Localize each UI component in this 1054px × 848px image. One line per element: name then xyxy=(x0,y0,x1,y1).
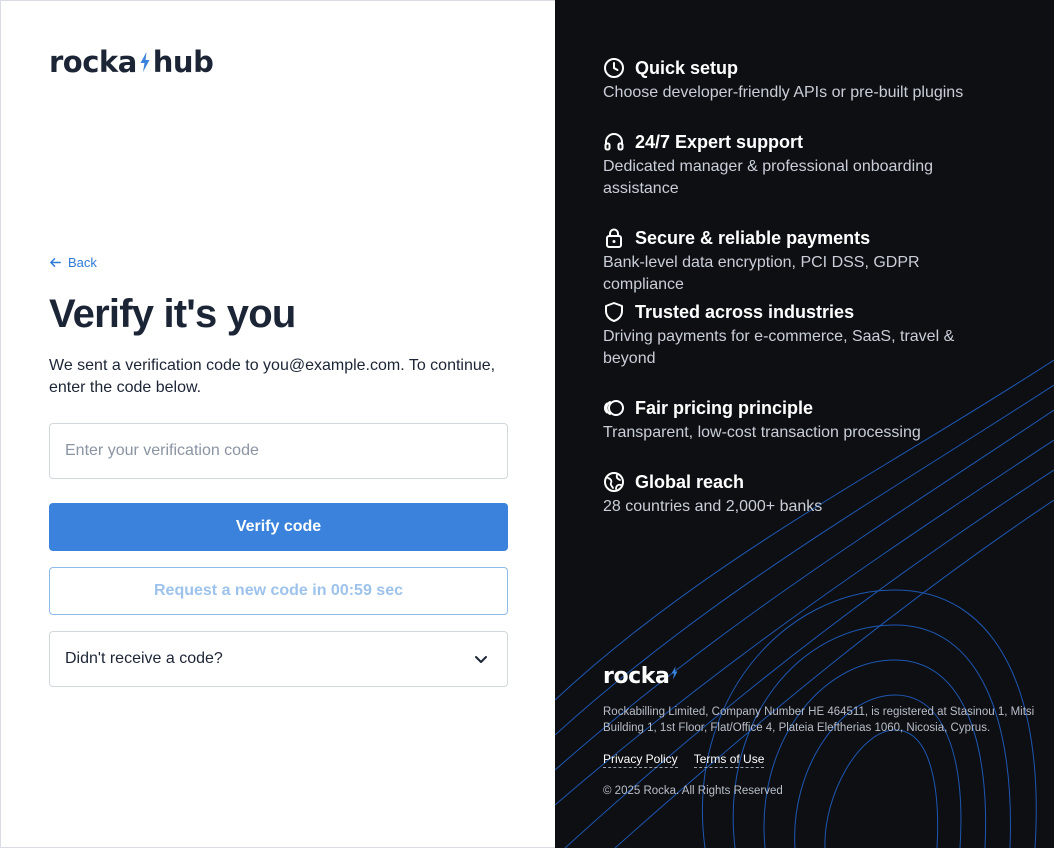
feature-text: Dedicated manager & professional onboard… xyxy=(603,158,933,197)
company-legal-text: Rockabilling Limited, Company Number HE … xyxy=(603,706,1035,734)
verify-code-button[interactable]: Verify code xyxy=(49,503,508,551)
footer-logo-text: rocka xyxy=(603,664,670,689)
feature-text: Transparent, low-cost transaction proces… xyxy=(603,424,921,441)
didnt-receive-code-accordion[interactable]: Didn't receive a code? xyxy=(49,631,508,687)
rockahub-logo: rocka hub xyxy=(49,45,214,79)
feature-text: 28 countries and 2,000+ banks xyxy=(603,498,823,515)
accordion-label: Didn't receive a code? xyxy=(65,650,223,667)
feature-title: Fair pricing principle xyxy=(635,398,814,418)
bolt-icon xyxy=(671,666,678,680)
feature-title: Trusted across industries xyxy=(635,302,855,322)
bolt-icon xyxy=(140,52,150,72)
feature-fair-pricing: Fair pricing principle Transparent, low-… xyxy=(603,396,1023,444)
feature-title: 24/7 Expert support xyxy=(635,132,804,152)
page-title: Verify it's you xyxy=(49,292,296,336)
feature-secure-payments: Secure & reliable payments Bank-level da… xyxy=(603,226,1023,296)
privacy-policy-link[interactable]: Privacy Policy xyxy=(603,752,678,768)
logo-text-right: hub xyxy=(152,45,214,79)
terms-of-use-link[interactable]: Terms of Use xyxy=(693,752,765,768)
copyright: © 2025 Rocka. All Rights Reserved xyxy=(603,785,783,797)
back-link[interactable]: Back xyxy=(49,255,97,270)
feature-expert-support: 24/7 Expert support Dedicated manager & … xyxy=(603,130,1023,200)
request-new-code-button[interactable]: Request a new code in 00:59 sec xyxy=(49,567,508,615)
headset-icon xyxy=(604,133,624,151)
chevron-down-icon xyxy=(475,656,487,663)
feature-quick-setup: Quick setup Choose developer-friendly AP… xyxy=(603,56,1023,104)
verification-code-input[interactable] xyxy=(49,423,508,479)
feature-title: Secure & reliable payments xyxy=(635,228,871,248)
feature-text: Choose developer-friendly APIs or pre-bu… xyxy=(603,84,964,101)
back-label: Back xyxy=(68,255,97,270)
clock-icon xyxy=(604,58,624,78)
features-panel: Quick setup Choose developer-friendly AP… xyxy=(555,0,1054,848)
coins-icon xyxy=(604,400,624,416)
feature-text: Driving payments for e-commerce, SaaS, t… xyxy=(603,328,955,367)
arrow-left-icon xyxy=(50,258,61,267)
feature-trusted-industries: Trusted across industries Driving paymen… xyxy=(603,300,1023,370)
auth-panel: rocka hub Back Verify it's you We sent a… xyxy=(0,0,555,848)
page: rocka hub Back Verify it's you We sent a… xyxy=(0,0,1054,848)
feature-title: Global reach xyxy=(635,472,745,492)
rocka-footer-logo: rocka xyxy=(603,664,679,689)
footer-links: Privacy Policy Terms of Use xyxy=(603,752,765,768)
lock-icon xyxy=(606,228,622,248)
feature-text: Bank-level data encryption, PCI DSS, GDP… xyxy=(603,254,920,293)
logo-text-left: rocka xyxy=(49,45,137,79)
verification-description: We sent a verification code to you@examp… xyxy=(49,357,496,396)
feature-title: Quick setup xyxy=(635,58,739,78)
shield-icon xyxy=(605,302,623,322)
globe-icon xyxy=(604,472,624,492)
feature-global-reach: Global reach 28 countries and 2,000+ ban… xyxy=(603,470,1023,518)
